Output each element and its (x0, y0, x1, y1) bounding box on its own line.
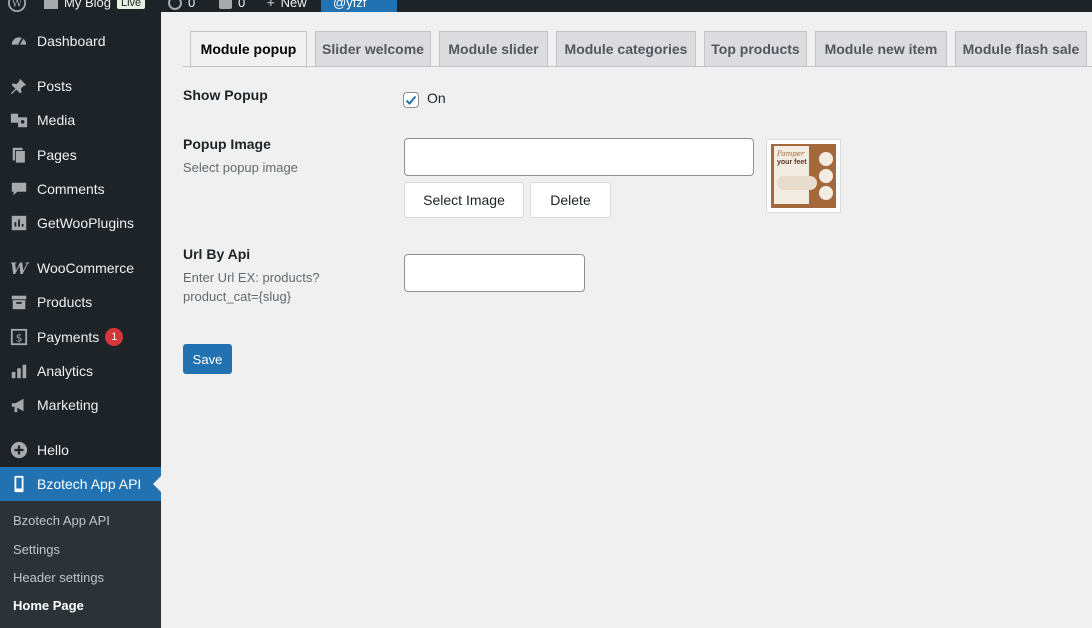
dashboard-icon (9, 31, 29, 51)
phone-icon (9, 474, 29, 494)
user-label: @yfzf (333, 0, 367, 10)
save-button[interactable]: Save (183, 344, 232, 374)
sidebar-item-woocommerce[interactable]: W WooCommerce (0, 251, 161, 285)
checkmark-icon (405, 95, 417, 105)
sidebar-item-label: Hello (37, 442, 69, 458)
dollar-icon: $ (9, 327, 29, 347)
updates-link[interactable]: 0 (168, 0, 195, 12)
slipper-product-image: Pamper your feet (771, 144, 836, 208)
show-popup-on-label: On (427, 90, 446, 106)
tab-module-popup[interactable]: Module popup (190, 31, 307, 68)
url-by-api-description-line1: Enter Url EX: products? (183, 270, 320, 285)
site-name: My Blog (64, 0, 111, 10)
pages-icon (9, 145, 29, 165)
sidebar-item-dashboard[interactable]: Dashboard (0, 24, 161, 58)
woocommerce-icon: W (10, 258, 28, 278)
sidebar-item-analytics[interactable]: Analytics (0, 354, 161, 388)
sidebar-item-label: Media (37, 112, 76, 128)
url-by-api-label: Url By Api (183, 246, 251, 262)
select-image-button[interactable]: Select Image (404, 182, 524, 218)
tab-module-categories[interactable]: Module categories (556, 31, 696, 67)
sidebar-item-payments[interactable]: $ Payments 1 (0, 320, 161, 354)
submenu-item-bzotech-app-api[interactable]: Bzotech App API (13, 511, 110, 531)
comments-count: 0 (238, 0, 246, 10)
popup-image-url-input[interactable] (404, 138, 754, 176)
sidebar-item-bzotech-app-api[interactable]: Bzotech App API (0, 467, 161, 501)
site-status-badge: Live (116, 0, 146, 9)
sidebar-item-posts[interactable]: Posts (0, 69, 161, 103)
svg-text:W: W (12, 0, 23, 10)
admin-bar: W My Blog Live 0 0 + New @yfzf (0, 0, 1092, 12)
sidebar-item-label: Posts (37, 78, 73, 94)
updates-count: 0 (188, 0, 196, 10)
bar-chart-icon (9, 361, 29, 381)
plugin-icon (9, 213, 29, 233)
url-by-api-input[interactable] (404, 254, 585, 292)
sidebar-item-pages[interactable]: Pages (0, 138, 161, 172)
sidebar-item-label: Bzotech App API (37, 476, 142, 492)
sidebar-item-label: Analytics (37, 363, 94, 379)
sidebar-item-label: Dashboard (37, 33, 106, 49)
comment-bubble-icon (219, 0, 232, 9)
svg-text:$: $ (16, 332, 23, 345)
archive-icon (9, 292, 29, 312)
payments-count-badge: 1 (105, 328, 124, 346)
tab-module-new-item[interactable]: Module new item (815, 31, 947, 67)
plus-circle-icon (9, 440, 29, 460)
thumbnail-headline-1: Pamper (777, 150, 805, 158)
sidebar-item-label: Pages (37, 147, 77, 163)
tab-divider (183, 66, 1092, 67)
submenu-item-settings[interactable]: Settings (13, 540, 60, 560)
show-popup-label: Show Popup (183, 87, 268, 103)
sidebar-item-media[interactable]: Media (0, 103, 161, 137)
comment-icon (9, 179, 29, 199)
sidebar-item-hello[interactable]: Hello (0, 433, 161, 467)
comments-link[interactable]: 0 (219, 0, 245, 12)
sidebar-item-getwooplugins[interactable]: GetWooPlugins (0, 206, 161, 240)
sidebar-item-label: Products (37, 294, 93, 310)
show-popup-checkbox[interactable] (403, 92, 419, 108)
sidebar-item-products[interactable]: Products (0, 285, 161, 319)
wordpress-logo-icon[interactable]: W (8, 0, 26, 12)
home-icon (44, 0, 58, 9)
sidebar-item-label: WooCommerce (37, 260, 134, 276)
popup-image-thumbnail: Pamper your feet (766, 139, 841, 213)
tab-slider-welcome[interactable]: Slider welcome (315, 31, 431, 67)
sidebar-item-label: Comments (37, 181, 105, 197)
popup-image-label: Popup Image (183, 136, 271, 152)
submenu-item-header-settings[interactable]: Header settings (13, 568, 104, 588)
pin-icon (9, 76, 29, 96)
tab-top-products[interactable]: Top products (704, 31, 807, 67)
sidebar-submenu: Bzotech App API Settings Header settings… (0, 501, 161, 628)
sidebar-item-comments[interactable]: Comments (0, 172, 161, 206)
popup-image-description: Select popup image (183, 160, 298, 175)
updates-icon (168, 0, 182, 10)
delete-image-button[interactable]: Delete (530, 182, 611, 218)
new-content-link[interactable]: + New (267, 0, 307, 12)
submenu-item-home-page[interactable]: Home Page (13, 596, 84, 616)
url-by-api-description-line2: product_cat={slug} (183, 289, 292, 304)
plus-icon: + (267, 0, 275, 10)
tab-module-slider[interactable]: Module slider (439, 31, 548, 67)
sidebar-item-label: Marketing (37, 397, 99, 413)
thumbnail-headline-2: your feet (777, 159, 807, 166)
sidebar-item-label: Payments (37, 329, 100, 345)
new-label: New (280, 0, 307, 10)
tab-module-flash-sale[interactable]: Module flash sale (955, 31, 1087, 67)
user-menu[interactable]: @yfzf (321, 0, 397, 12)
sidebar-item-marketing[interactable]: Marketing (0, 388, 161, 422)
sidebar-item-label: GetWooPlugins (37, 215, 135, 231)
site-name-link[interactable]: My Blog Live (44, 0, 146, 12)
megaphone-icon (9, 395, 29, 415)
media-icon (9, 110, 29, 130)
